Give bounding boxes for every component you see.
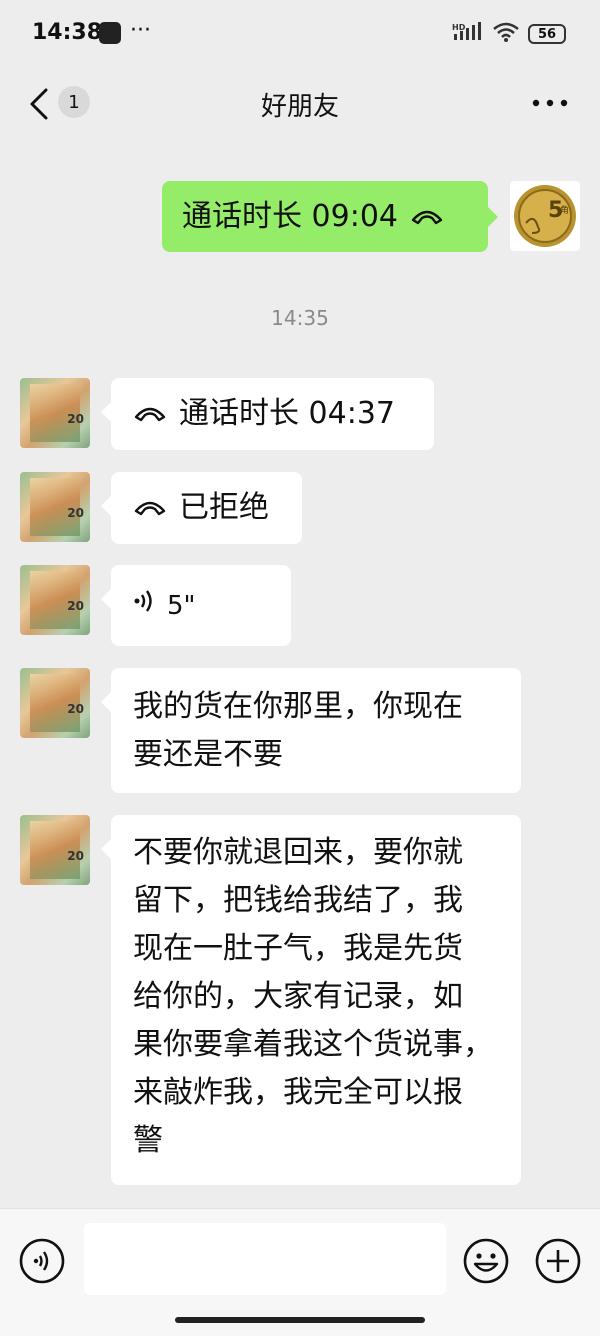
peer-avatar-note-value: 20 [67,849,84,863]
peer-avatar-note-value: 20 [67,506,84,520]
battery-icon: 56 [528,24,566,44]
status-bar: 14:38 ··· HD 56 [0,0,600,68]
call-duration-text: 通话时长 04:37 [179,396,395,431]
signal-icon: HD [452,22,484,46]
peer-avatar-note-value: 20 [67,702,84,716]
notification-more-icon: ··· [130,18,151,43]
message-line: 我的货在你那里，你现在 [133,689,463,724]
phone-hangup-icon [410,193,444,241]
phone-hangup-icon [133,484,167,532]
peer-avatar[interactable]: 20 [20,565,90,635]
plus-icon[interactable] [534,1237,582,1285]
call-rejected-text: 已拒绝 [179,490,269,525]
message-voice[interactable]: 5" [101,565,291,646]
voice-input-icon[interactable] [18,1237,66,1285]
call-duration-text: 通话时长 09:04 [182,198,398,234]
voice-duration: 5" [167,590,196,621]
peer-avatar[interactable]: 20 [20,472,90,542]
message-call-rejected[interactable]: 已拒绝 [101,472,302,544]
peer-avatar[interactable]: 20 [20,668,90,738]
status-time: 14:38 [32,20,103,45]
emoji-icon[interactable] [462,1237,510,1285]
more-icon[interactable] [530,88,570,118]
message-line: 要还是不要 [133,737,283,772]
self-avatar[interactable]: 5 角 [510,181,580,251]
message-line: 给你的，大家有记录，如 [133,979,463,1014]
wifi-icon [492,22,520,46]
coin-avatar-image: 5 角 [514,185,576,247]
coin-unit: 角 [560,204,569,216]
message-line: 留下，把钱给我结了，我 [133,883,463,918]
message-call-duration-outgoing[interactable]: 通话时长 09:04 [162,181,498,252]
chat-header: 1 好朋友 [0,68,600,144]
message-input[interactable] [84,1223,446,1295]
network-label: HD [452,23,466,32]
status-right-group: HD 56 [452,22,566,46]
home-indicator[interactable] [175,1317,425,1323]
voice-wave-icon [133,582,155,630]
message-text[interactable]: 不要你就退回来，要你就 留下，把钱给我结了，我 现在一肚子气，我是先货 给你的，… [101,815,521,1185]
message-line: 果你要拿着我这个货说事， [133,1027,493,1062]
message-text[interactable]: 我的货在你那里，你现在 要还是不要 [101,668,521,793]
time-divider: 14:35 [271,306,329,330]
peer-avatar-note-value: 20 [67,412,84,426]
chat-title: 好朋友 [260,92,339,122]
message-line: 现在一肚子气，我是先货 [133,931,463,966]
notification-app-icon [99,22,121,44]
peer-avatar[interactable]: 20 [20,378,90,448]
message-line: 警 [133,1123,163,1158]
input-bar [0,1208,600,1336]
message-line: 来敲炸我，我完全可以报 [133,1075,463,1110]
peer-avatar-note-value: 20 [67,599,84,613]
message-call-duration-incoming[interactable]: 通话时长 04:37 [101,378,434,450]
phone-hangup-icon [133,390,167,438]
message-line: 不要你就退回来，要你就 [133,835,463,870]
peer-avatar[interactable]: 20 [20,815,90,885]
